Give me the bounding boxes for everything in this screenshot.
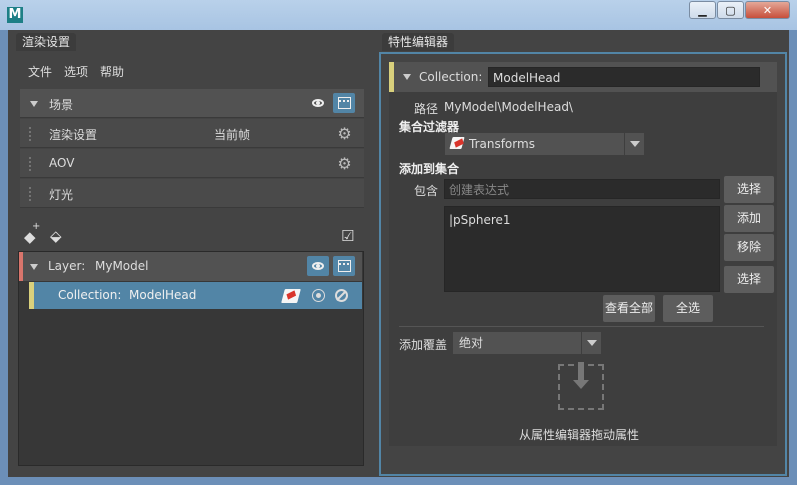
property-editor-panel: Collection: ModelHead 路径 MyModel\ModelHe… bbox=[379, 52, 787, 476]
lights-label: 灯光 bbox=[49, 188, 74, 202]
layer-tree: Layer: MyModel Collection: ModelHead bbox=[18, 251, 364, 466]
render-setup-panel: 文件 选项 帮助 场景 渲染设置 当前帧 ⚙ AOV ⚙ 灯光 ◆ + ⬙ ☑ … bbox=[16, 51, 365, 474]
select-all-button[interactable]: 全选 bbox=[663, 295, 713, 322]
gear-icon[interactable]: ⚙ bbox=[336, 155, 353, 172]
attribute-area: Collection: ModelHead 路径 MyModel\ModelHe… bbox=[389, 62, 777, 446]
scene-label: 场景 bbox=[49, 98, 74, 112]
transform-filter-icon bbox=[281, 289, 301, 303]
add-button[interactable]: 添加 bbox=[724, 205, 774, 232]
drag-grip-icon[interactable] bbox=[28, 186, 32, 202]
layer-visibility-toggle[interactable] bbox=[307, 256, 329, 276]
renderable-toggle[interactable] bbox=[333, 93, 355, 113]
drag-grip-icon[interactable] bbox=[28, 126, 32, 142]
visibility-toggle[interactable] bbox=[307, 93, 329, 113]
chevron-down-icon[interactable] bbox=[581, 332, 601, 354]
eye-icon bbox=[312, 262, 324, 270]
collection-color-marker bbox=[389, 62, 394, 92]
override-type-dropdown[interactable]: 绝对 bbox=[453, 332, 601, 354]
window-controls: ▁ ▢ ✕ bbox=[688, 1, 790, 19]
drop-zone[interactable] bbox=[558, 362, 604, 410]
eye-icon bbox=[312, 99, 324, 107]
collection-name: ModelHead bbox=[129, 288, 197, 302]
select-button[interactable]: 选择 bbox=[724, 176, 774, 203]
window-titlebar: M ▁ ▢ ✕ bbox=[0, 0, 797, 30]
members-list[interactable]: |pSphere1 bbox=[444, 206, 720, 292]
tab-property-editor[interactable]: 特性编辑器 bbox=[382, 33, 455, 51]
chevron-down-icon[interactable] bbox=[624, 133, 644, 155]
collection-header[interactable]: Collection: ModelHead bbox=[389, 62, 777, 92]
collection-row[interactable]: Collection: ModelHead bbox=[29, 282, 362, 309]
member-item[interactable]: |pSphere1 bbox=[449, 213, 715, 227]
collection-header-prefix: Collection: bbox=[419, 70, 483, 84]
include-expression-input[interactable]: 创建表达式 bbox=[444, 179, 720, 199]
collection-name-field[interactable]: ModelHead bbox=[488, 67, 760, 87]
layer-color-marker bbox=[19, 252, 23, 281]
menu-options[interactable]: 选项 bbox=[64, 63, 88, 80]
menu-bar: 文件 选项 帮助 bbox=[28, 63, 124, 80]
filter-value: Transforms bbox=[469, 137, 535, 151]
close-button[interactable]: ✕ bbox=[745, 1, 790, 19]
override-value: 绝对 bbox=[459, 336, 484, 350]
divider bbox=[399, 326, 764, 327]
expand-caret-icon[interactable] bbox=[30, 264, 38, 270]
add-override-label: 添加覆盖 bbox=[399, 338, 448, 352]
import-icon[interactable]: ⬙ bbox=[50, 227, 62, 245]
gear-icon[interactable]: ⚙ bbox=[336, 125, 353, 142]
minimize-button[interactable]: ▁ bbox=[689, 1, 716, 19]
render-settings-value: 当前帧 bbox=[214, 128, 251, 142]
select-members-button[interactable]: 选择 bbox=[724, 266, 774, 293]
collection-prefix: Collection: bbox=[58, 288, 122, 302]
path-value: MyModel\ModelHead\ bbox=[444, 100, 573, 114]
layer-prefix: Layer: bbox=[48, 259, 86, 273]
collection-color-marker bbox=[29, 282, 34, 309]
render-settings-label: 渲染设置 bbox=[49, 128, 98, 142]
clapperboard-icon bbox=[337, 260, 351, 272]
plus-icon: + bbox=[32, 221, 41, 232]
maya-logo-icon: M bbox=[7, 7, 23, 23]
isolate-icon[interactable] bbox=[312, 289, 325, 302]
remove-button[interactable]: 移除 bbox=[724, 234, 774, 261]
menu-file[interactable]: 文件 bbox=[28, 63, 52, 80]
clapperboard-icon bbox=[337, 97, 351, 109]
maximize-button[interactable]: ▢ bbox=[717, 1, 744, 19]
add-to-collection-label: 添加到集合 bbox=[399, 162, 460, 176]
transform-filter-icon bbox=[449, 137, 465, 149]
disable-icon[interactable] bbox=[335, 289, 348, 302]
tab-render-setup[interactable]: 渲染设置 bbox=[16, 33, 77, 51]
collection-filter-dropdown[interactable]: Transforms bbox=[445, 133, 644, 155]
down-arrow-icon bbox=[573, 362, 589, 389]
scene-row[interactable]: 场景 bbox=[20, 89, 364, 118]
collapse-caret-icon[interactable] bbox=[403, 74, 411, 80]
view-all-button[interactable]: 查看全部 bbox=[603, 295, 655, 322]
window-client: 渲染设置 特性编辑器 文件 选项 帮助 场景 渲染设置 当前帧 ⚙ AOV ⚙ … bbox=[8, 30, 789, 477]
aov-label: AOV bbox=[49, 156, 75, 170]
drag-hint: 从属性编辑器拖动属性 bbox=[519, 428, 640, 442]
render-settings-row[interactable]: 渲染设置 当前帧 ⚙ bbox=[20, 119, 364, 148]
menu-help[interactable]: 帮助 bbox=[100, 63, 124, 80]
lights-row[interactable]: 灯光 bbox=[20, 179, 364, 208]
aov-row[interactable]: AOV ⚙ bbox=[20, 149, 364, 178]
path-label: 路径 bbox=[414, 102, 439, 116]
include-label: 包含 bbox=[414, 184, 439, 198]
layer-row[interactable]: Layer: MyModel bbox=[19, 252, 362, 281]
checklist-icon[interactable]: ☑ bbox=[341, 227, 354, 245]
expand-caret-icon[interactable] bbox=[30, 101, 38, 107]
layer-name: MyModel bbox=[95, 259, 149, 273]
layer-renderable-toggle[interactable] bbox=[333, 256, 355, 276]
drag-grip-icon[interactable] bbox=[28, 156, 32, 172]
